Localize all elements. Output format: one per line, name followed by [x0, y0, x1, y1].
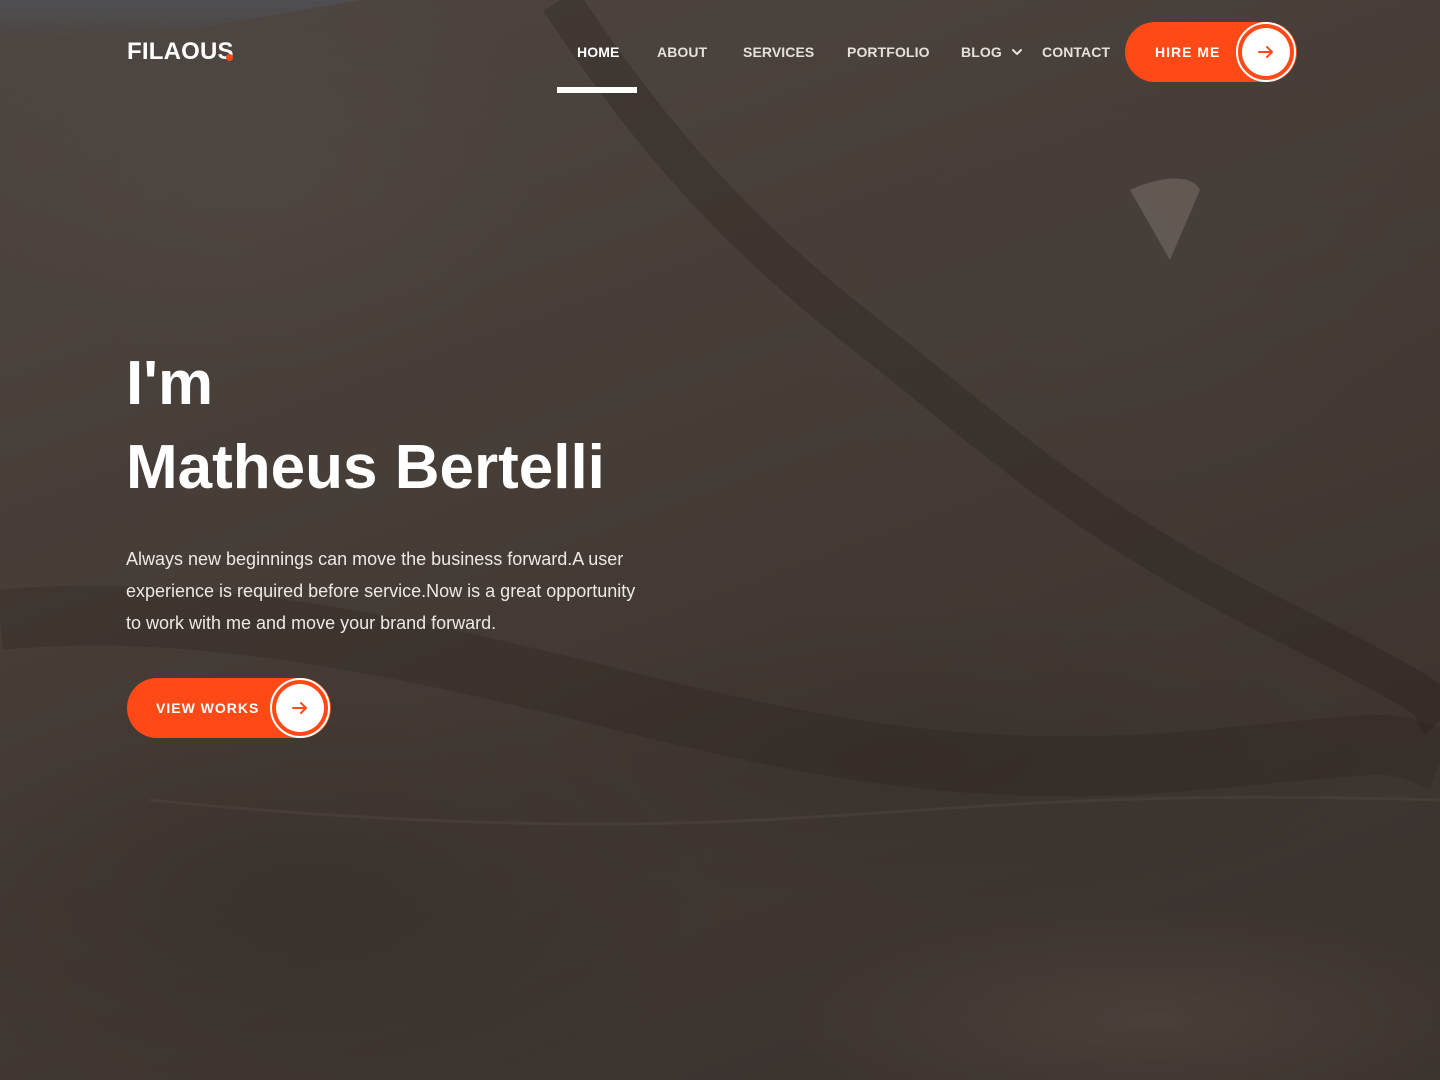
chevron-down-icon[interactable]	[1010, 45, 1024, 59]
hire-me-arrow-circle	[1236, 22, 1296, 82]
hero-greeting: I'm	[126, 349, 214, 418]
hire-me-label: HIRE ME	[1155, 44, 1221, 60]
view-works-label: VIEW WORKS	[156, 700, 260, 716]
arrow-right-icon	[292, 702, 307, 714]
nav-item-home[interactable]: HOME	[577, 44, 619, 60]
hero-background	[0, 0, 1440, 1080]
nav-item-about[interactable]: ABOUT	[657, 44, 707, 60]
site-header: FILAOUS HOME ABOUT SERVICES PORTFOLIO BL…	[0, 0, 1440, 100]
hire-me-button[interactable]: HIRE ME	[1125, 22, 1297, 82]
nav-item-contact[interactable]: CONTACT	[1042, 44, 1110, 60]
nav-item-portfolio[interactable]: PORTFOLIO	[847, 44, 930, 60]
hero-name: Matheus Bertelli	[126, 433, 605, 502]
active-nav-indicator	[557, 87, 637, 93]
view-works-arrow-circle	[270, 678, 330, 738]
hero-description: Always new beginnings can move the busin…	[126, 549, 636, 633]
logo-dot	[226, 54, 233, 61]
nav-item-blog[interactable]: BLOG	[961, 44, 1002, 60]
view-works-button[interactable]: VIEW WORKS	[127, 678, 331, 738]
site-logo[interactable]: FILAOUS	[127, 38, 234, 66]
nav-item-services[interactable]: SERVICES	[743, 44, 814, 60]
arrow-right-icon	[1258, 46, 1273, 58]
